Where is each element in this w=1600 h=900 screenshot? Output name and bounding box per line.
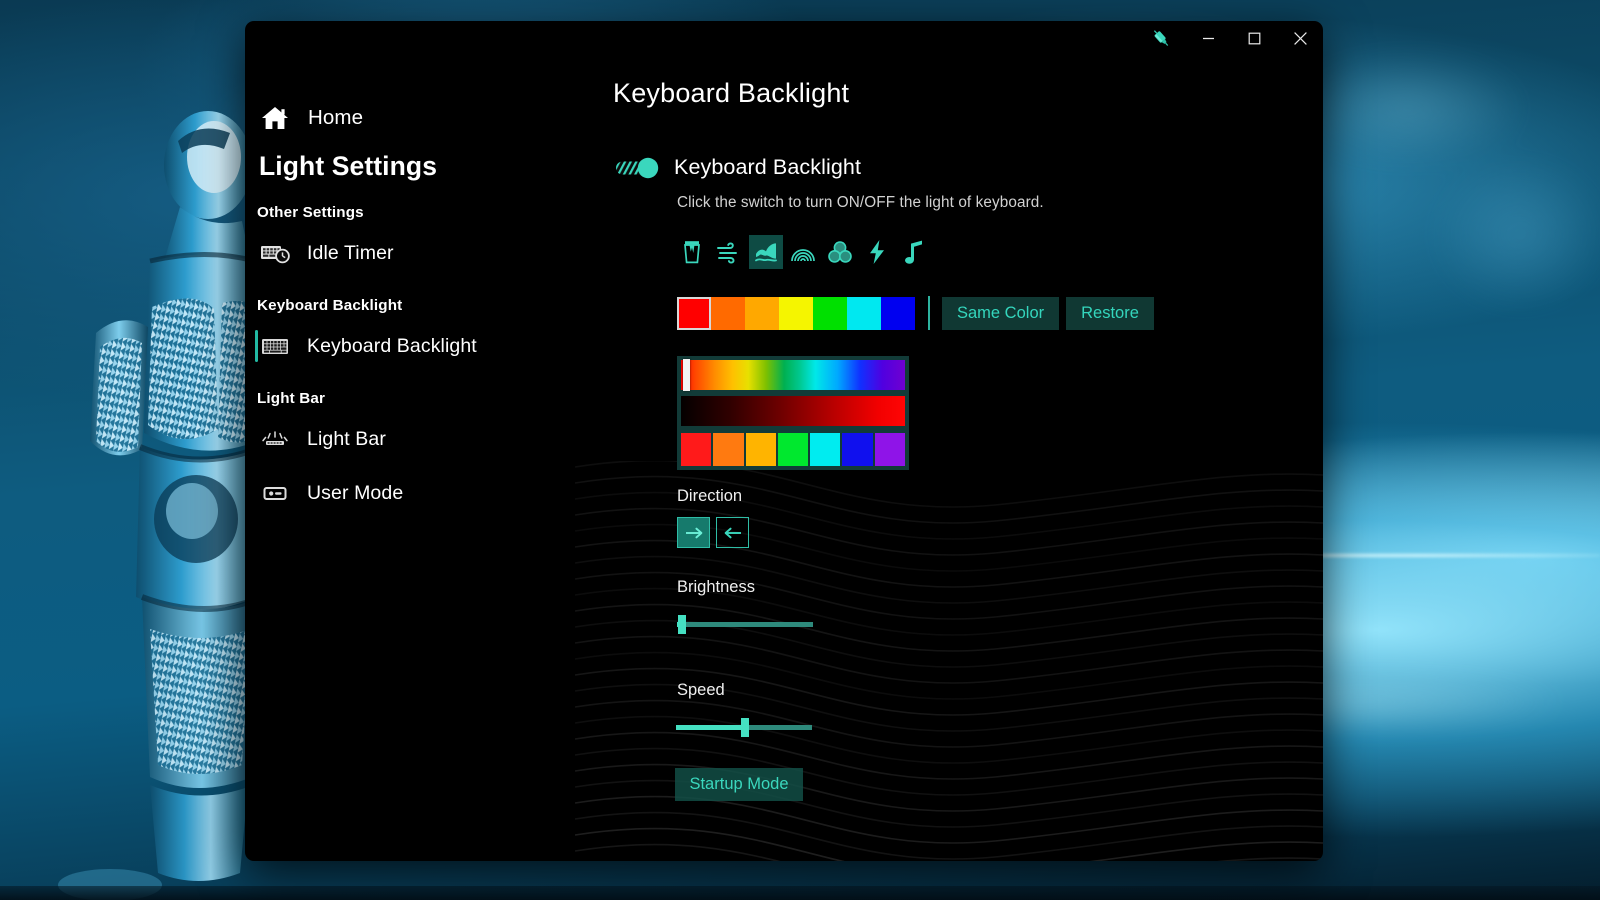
shade-gradient-bar[interactable] [681,396,905,426]
sidebar-group-light-bar: Light Bar [257,390,326,407]
slider-thumb[interactable] [741,718,749,737]
keyboard-clock-icon [258,239,292,267]
direction-button-row [677,517,1323,548]
main-content: Keyboard Backlight Keyboard Backlight Cl… [613,78,1323,861]
direction-label: Direction [677,487,743,505]
slider-thumb[interactable] [678,615,686,634]
slider-track[interactable] [677,622,813,627]
backlight-toggle-label: Keyboard Backlight [674,155,862,179]
effect-rainbow-icon[interactable] [786,235,820,269]
hue-gradient-bar[interactable] [681,360,905,390]
sidebar-item-user-mode[interactable]: User Mode [245,471,615,515]
backlight-toggle-row: Keyboard Backlight [615,155,1323,180]
sidebar-item-home[interactable]: Home [245,78,615,132]
color-swatch[interactable] [711,296,745,330]
sidebar-group-keyboard-backlight: Keyboard Backlight [257,297,403,314]
slider-fill [676,725,742,730]
color-swatch[interactable] [779,296,813,330]
sidebar-group-other-settings: Other Settings [257,204,364,221]
preset-color-row [681,433,905,466]
preset-swatch[interactable] [777,433,809,466]
sidebar-item-label: Light Bar [307,427,386,450]
startup-mode-button[interactable]: Startup Mode [675,768,803,801]
effect-mode-row [675,235,1323,269]
color-swatch[interactable] [813,296,847,330]
user-mode-icon [258,479,292,507]
window-titlebar [245,21,1323,78]
home-icon [258,104,292,132]
robot-wallpaper-figure [0,95,265,900]
close-button[interactable] [1277,21,1323,55]
arrow-left-icon[interactable] [716,517,749,548]
effect-lightning-icon[interactable] [860,235,894,269]
page-title: Keyboard Backlight [613,78,850,108]
preset-swatch[interactable] [681,433,712,466]
palette-divider [928,296,930,330]
effect-bubbles-icon[interactable] [823,235,857,269]
effect-music-note-icon[interactable] [897,235,931,269]
keyboard-icon [258,332,292,360]
effect-glass-pour-icon[interactable] [675,235,709,269]
preset-swatch[interactable] [874,433,905,466]
backlight-toggle-description: Click the switch to turn ON/OFF the ligh… [677,194,1044,211]
app-window: Home Light Settings Other Settings Idle … [245,21,1323,861]
color-swatch[interactable] [847,296,881,330]
preset-swatch[interactable] [713,433,744,466]
selection-indicator [255,330,258,362]
sidebar-home-label: Home [308,106,364,129]
effect-wind-icon[interactable] [712,235,746,269]
sidebar-item-light-bar[interactable]: Light Bar [245,417,615,461]
sidebar: Home Light Settings Other Settings Idle … [245,78,615,861]
preset-swatch[interactable] [842,433,873,466]
preset-swatch[interactable] [810,433,841,466]
sidebar-item-idle-timer[interactable]: Idle Timer [245,231,615,275]
speed-slider[interactable] [676,717,877,737]
same-color-button[interactable]: Same Color [942,296,1060,330]
hue-slider[interactable] [681,359,905,391]
speed-label: Speed [677,681,725,699]
color-swatch[interactable] [677,296,711,330]
taskbar-strip [0,886,1600,900]
sidebar-item-label: User Mode [307,481,404,504]
minimize-button[interactable] [1185,21,1231,55]
sidebar-item-label: Idle Timer [307,241,394,264]
brightness-slider[interactable] [677,614,877,634]
restore-button[interactable]: Restore [1066,296,1154,330]
color-swatch[interactable] [881,296,915,330]
sidebar-item-label: Keyboard Backlight [307,334,477,357]
maximize-button[interactable] [1231,21,1277,55]
effect-wave-icon[interactable] [749,235,783,269]
preset-swatch[interactable] [745,433,776,466]
sidebar-title: Light Settings [259,151,438,181]
sidebar-item-keyboard-backlight[interactable]: Keyboard Backlight [245,324,615,368]
paintbrush-icon[interactable] [1141,21,1181,55]
color-picker [677,356,909,470]
backlight-toggle-switch[interactable] [615,157,661,179]
color-palette-row: Same Color Restore [677,296,1323,330]
brightness-label: Brightness [677,578,755,596]
lightbar-icon [258,425,292,453]
arrow-right-icon[interactable] [677,517,710,548]
color-swatch[interactable] [745,296,779,330]
hue-cursor[interactable] [683,359,690,391]
